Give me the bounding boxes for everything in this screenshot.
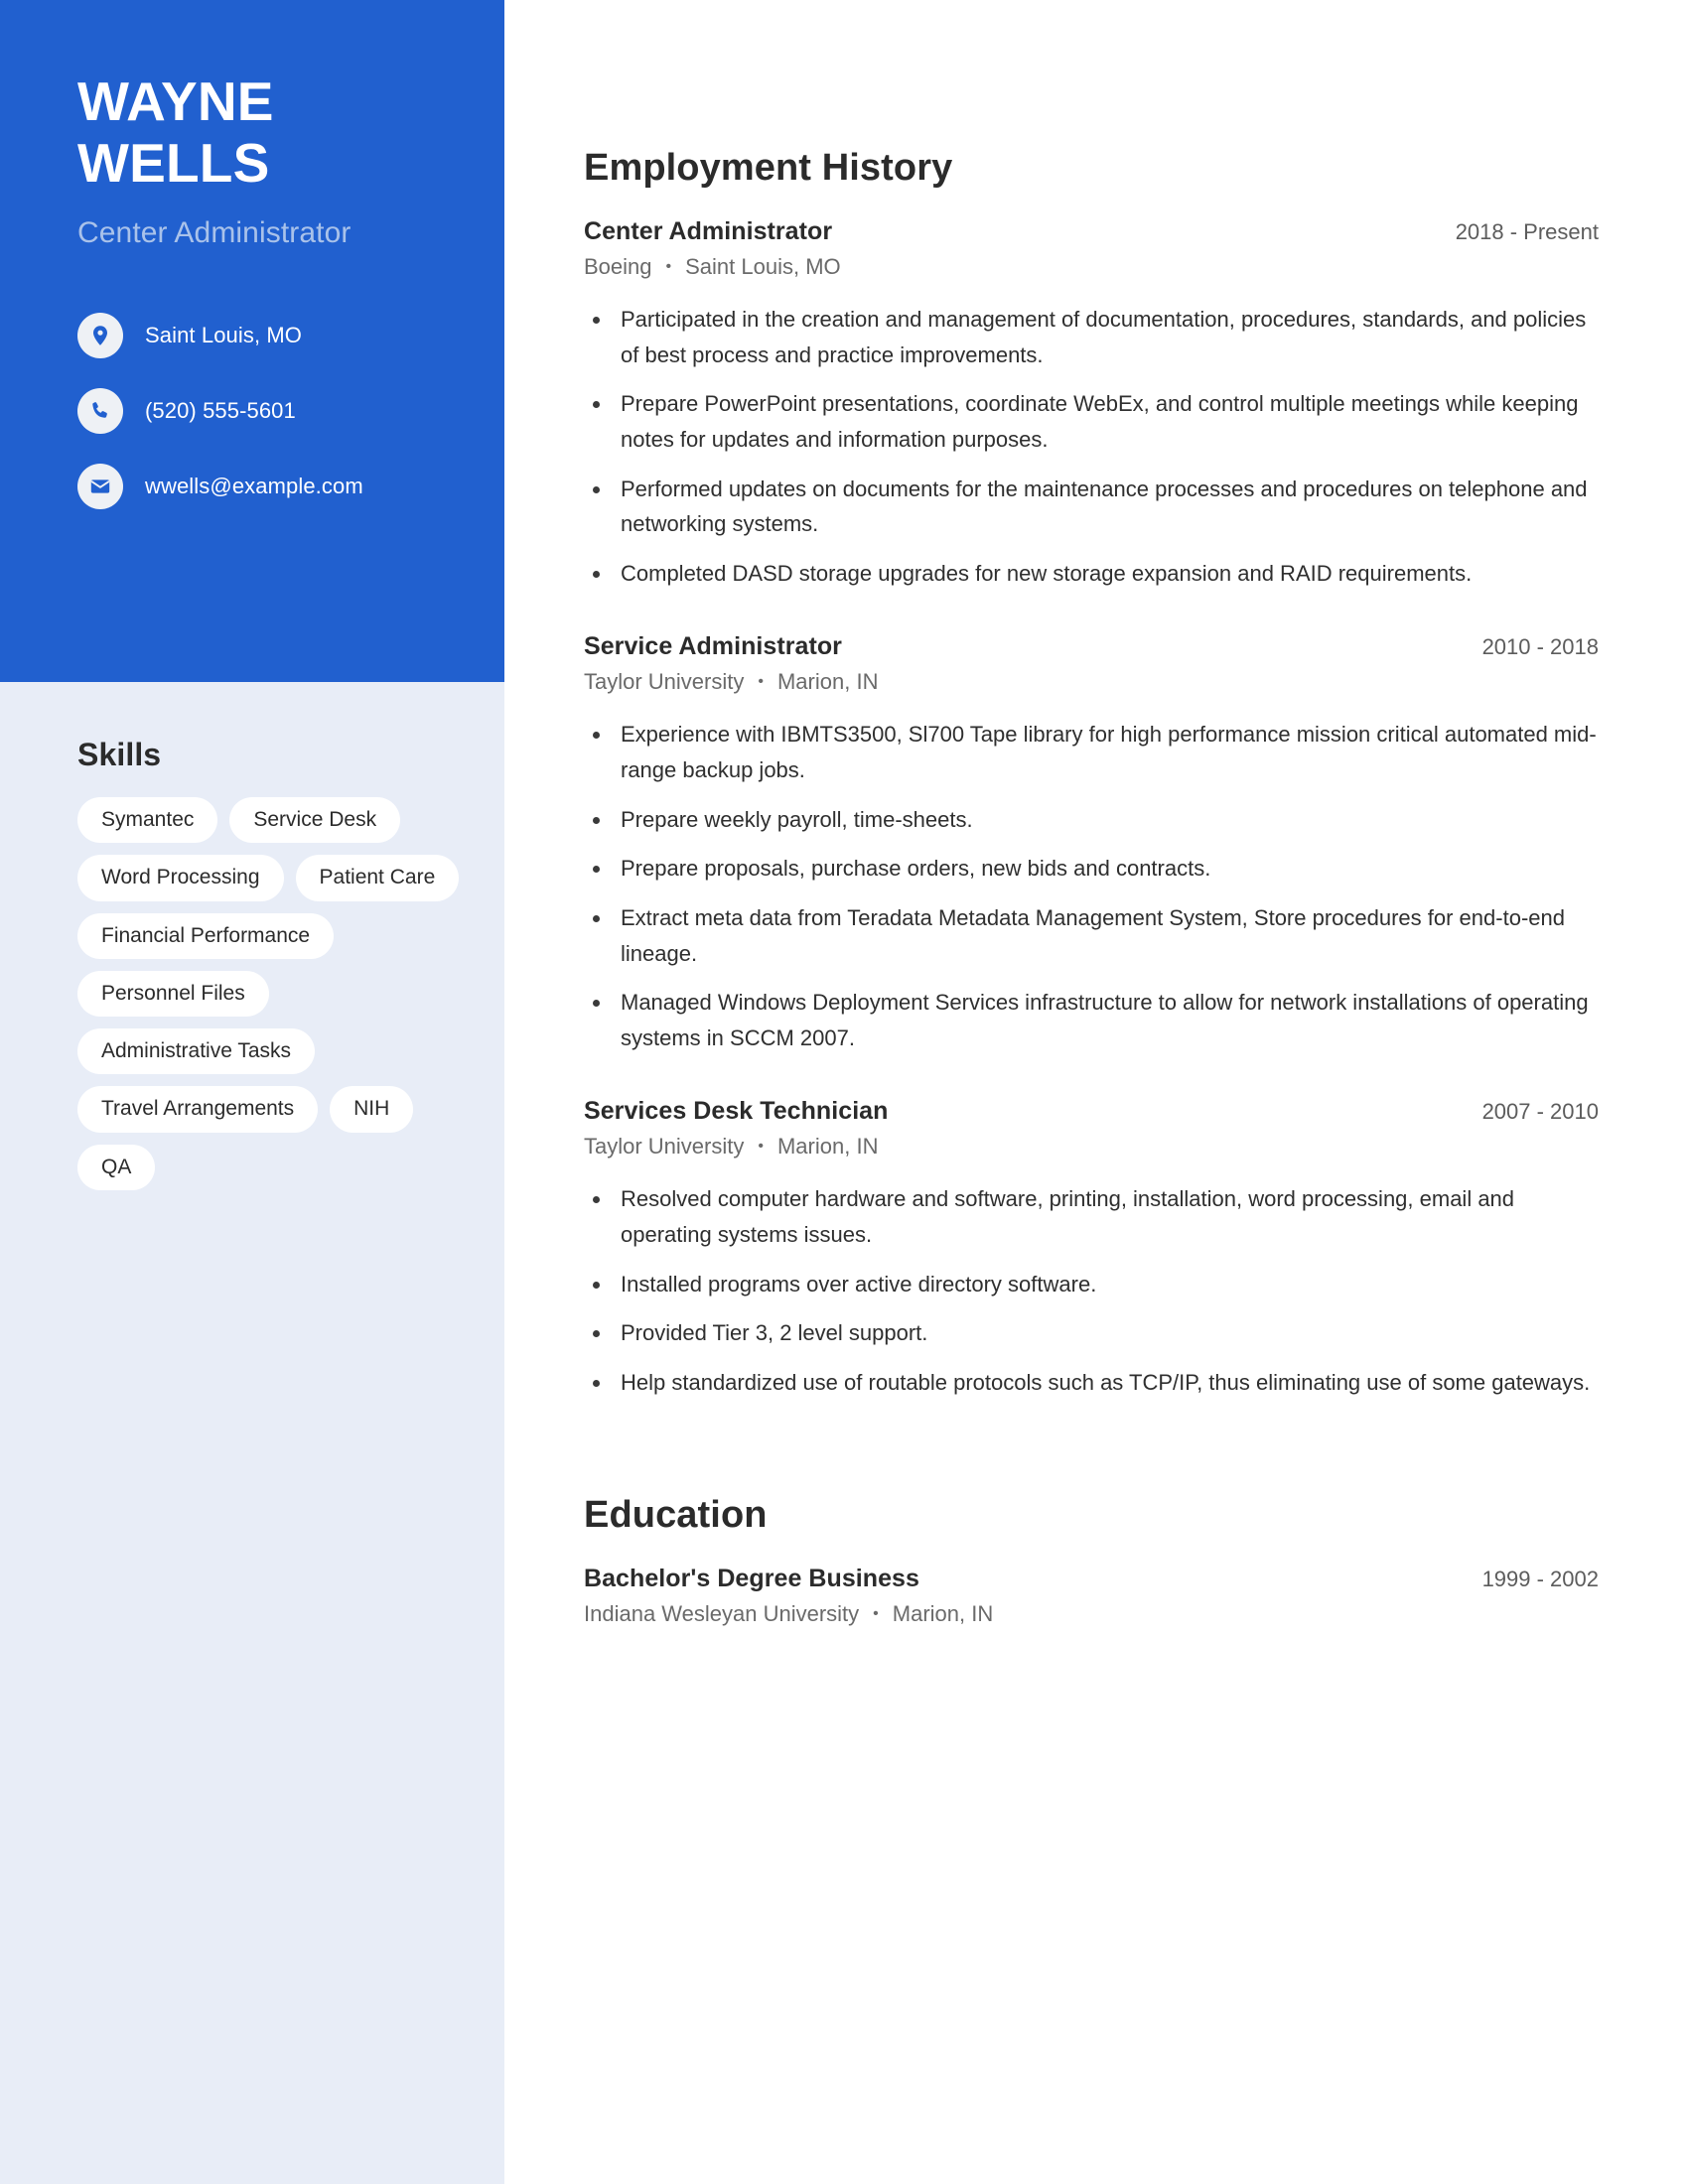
- sidebar: WAYNE WELLS Center Administrator Saint L…: [0, 0, 504, 2184]
- entry-header: Center Administrator 2018 - Present: [584, 217, 1599, 246]
- entry-dates: 2007 - 2010: [1481, 1099, 1599, 1125]
- entry-meta: Taylor University • Marion, IN: [584, 1134, 1599, 1160]
- entry-location: Marion, IN: [776, 1134, 879, 1160]
- bullet-separator-icon: •: [758, 673, 764, 691]
- entry-dates: 1999 - 2002: [1481, 1566, 1599, 1591]
- entry-bullet-list: Experience with IBMTS3500, Sl700 Tape li…: [584, 717, 1599, 1055]
- skill-pill: Symantec: [77, 797, 218, 844]
- entry-header: Service Administrator 2010 - 2018: [584, 632, 1599, 661]
- contact-item-location: Saint Louis, MO: [77, 313, 427, 359]
- entry-dates: 2018 - Present: [1455, 219, 1599, 244]
- entry-header: Services Desk Technician 2007 - 2010: [584, 1097, 1599, 1126]
- section-title-employment: Employment History: [584, 147, 953, 189]
- entry-bullet: Participated in the creation and managem…: [584, 302, 1599, 372]
- entry-bullet: Prepare proposals, purchase orders, new …: [584, 851, 1599, 887]
- location-pin-icon: [77, 313, 123, 359]
- phone-icon: [77, 388, 123, 435]
- entry-degree: Bachelor's Degree Business: [584, 1564, 919, 1592]
- education-entry: Bachelor's Degree Business 1999 - 2002 I…: [584, 1565, 1599, 1627]
- education-section: Education Bachelor's Degree Business 199…: [584, 1494, 1599, 1627]
- entry-bullet: Extract meta data from Teradata Metadata…: [584, 900, 1599, 971]
- skill-pill: Patient Care: [295, 855, 460, 901]
- employment-entry: Center Administrator 2018 - Present Boei…: [584, 217, 1599, 591]
- skill-pill: Administrative Tasks: [77, 1028, 316, 1075]
- bullet-separator-icon: •: [873, 1604, 879, 1622]
- entry-company: Taylor University: [584, 1134, 745, 1160]
- name-last: WELLS: [77, 131, 270, 194]
- entry-location: Marion, IN: [776, 669, 879, 695]
- entry-role: Service Administrator: [584, 632, 842, 661]
- entry-bullet: Installed programs over active directory…: [584, 1267, 1599, 1302]
- entry-bullet: Prepare PowerPoint presentations, coordi…: [584, 386, 1599, 457]
- employment-entry: Services Desk Technician 2007 - 2010 Tay…: [584, 1097, 1599, 1400]
- skill-pill: Service Desk: [229, 797, 401, 844]
- skill-pill: Word Processing: [77, 855, 284, 901]
- entry-bullet: Experience with IBMTS3500, Sl700 Tape li…: [584, 717, 1599, 787]
- entry-bullet: Resolved computer hardware and software,…: [584, 1181, 1599, 1252]
- entry-meta: Taylor University • Marion, IN: [584, 669, 1599, 695]
- contact-item-email: wwells@example.com: [77, 464, 427, 510]
- contact-email-value: wwells@example.com: [145, 474, 363, 499]
- entry-location: Saint Louis, MO: [685, 254, 841, 279]
- employment-history-section: Employment History Center Administrator …: [584, 147, 1599, 1401]
- entry-bullet: Managed Windows Deployment Services infr…: [584, 985, 1599, 1055]
- sidebar-header: WAYNE WELLS Center Administrator Saint L…: [0, 0, 504, 682]
- entry-role: Services Desk Technician: [584, 1097, 889, 1126]
- contact-phone-value: (520) 555-5601: [145, 398, 296, 424]
- entry-role: Center Administrator: [584, 217, 833, 245]
- contact-location-value: Saint Louis, MO: [145, 323, 303, 348]
- entry-company: Taylor University: [584, 669, 745, 695]
- name-first: WAYNE: [77, 70, 274, 132]
- bullet-separator-icon: •: [665, 258, 672, 275]
- entry-bullet: Prepare weekly payroll, time-sheets.: [584, 802, 1599, 838]
- skills-pill-list: Symantec Service Desk Word Processing Pa…: [77, 797, 465, 1190]
- skill-pill: NIH: [330, 1086, 414, 1133]
- skills-heading: Skills: [77, 737, 162, 772]
- entry-meta: Indiana Wesleyan University • Marion, IN: [584, 1601, 1599, 1627]
- entry-bullet: Completed DASD storage upgrades for new …: [584, 556, 1599, 592]
- envelope-icon: [77, 464, 123, 510]
- entry-company: Boeing: [584, 254, 652, 279]
- candidate-name: WAYNE WELLS: [77, 70, 427, 194]
- bullet-separator-icon: •: [758, 1138, 764, 1156]
- entry-bullet: Performed updates on documents for the m…: [584, 472, 1599, 542]
- section-title-education: Education: [584, 1493, 768, 1536]
- entry-bullet: Provided Tier 3, 2 level support.: [584, 1315, 1599, 1351]
- skills-section: Skills Symantec Service Desk Word Proces…: [0, 682, 504, 1190]
- entry-meta: Boeing • Saint Louis, MO: [584, 254, 1599, 280]
- skill-pill: Travel Arrangements: [77, 1086, 319, 1133]
- contact-list: Saint Louis, MO (520) 555-5601 wwells@ex…: [77, 313, 427, 510]
- entry-location: Marion, IN: [892, 1600, 994, 1626]
- main-content: Employment History Center Administrator …: [504, 0, 1688, 2184]
- resume-page: WAYNE WELLS Center Administrator Saint L…: [0, 0, 1688, 2184]
- contact-item-phone: (520) 555-5601: [77, 388, 427, 435]
- entry-bullet: Help standardized use of routable protoc…: [584, 1365, 1599, 1401]
- skill-pill: QA: [77, 1144, 156, 1190]
- candidate-job-title: Center Administrator: [77, 216, 352, 250]
- skill-pill: Financial Performance: [77, 912, 335, 959]
- entry-bullet-list: Participated in the creation and managem…: [584, 302, 1599, 591]
- entry-bullet-list: Resolved computer hardware and software,…: [584, 1181, 1599, 1400]
- employment-entry: Service Administrator 2010 - 2018 Taylor…: [584, 632, 1599, 1055]
- entry-header: Bachelor's Degree Business 1999 - 2002: [584, 1565, 1599, 1593]
- entry-school: Indiana Wesleyan University: [584, 1600, 860, 1626]
- entry-dates: 2010 - 2018: [1481, 634, 1599, 660]
- skill-pill: Personnel Files: [77, 970, 269, 1017]
